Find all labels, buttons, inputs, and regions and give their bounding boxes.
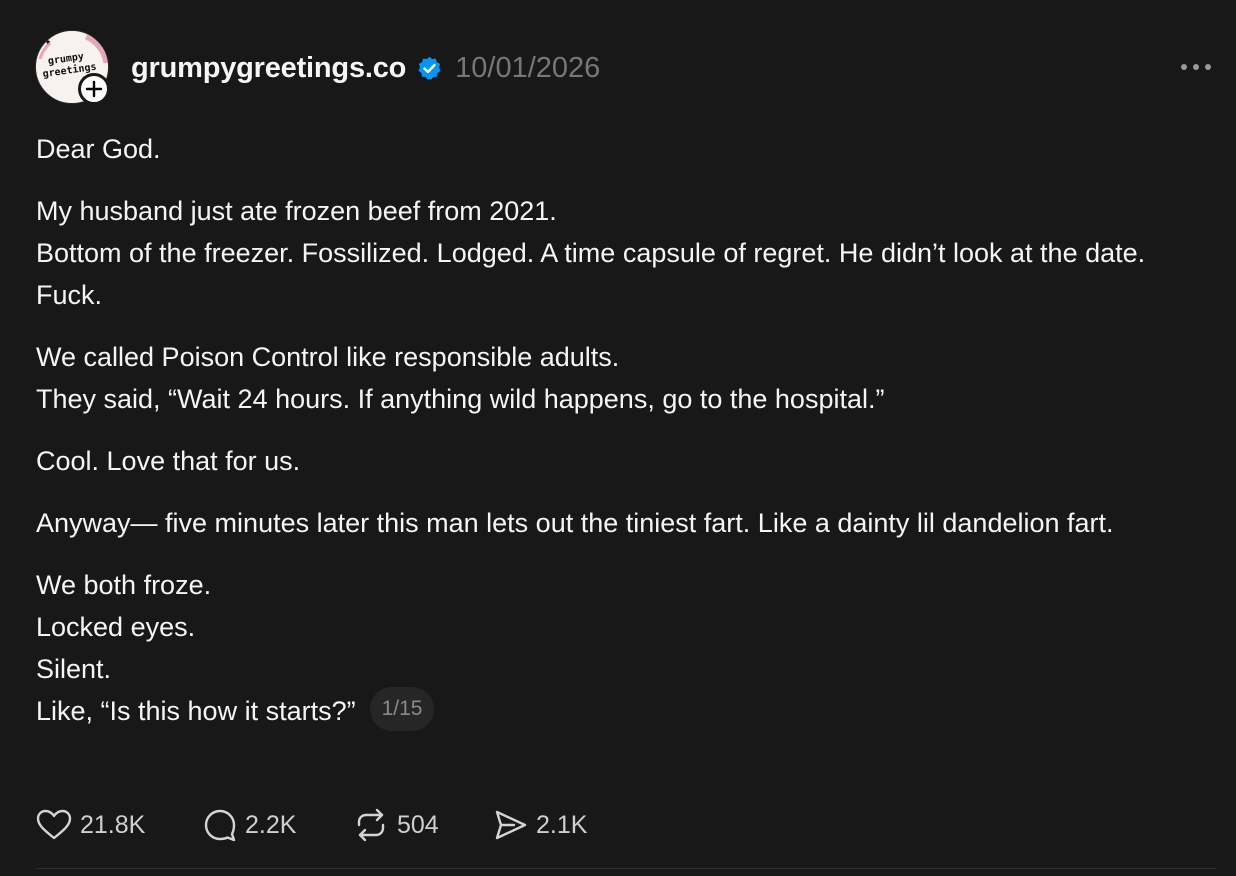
username[interactable]: grumpygreetings.co	[131, 52, 406, 85]
verified-badge-icon	[418, 56, 441, 80]
text-line: Anyway— five minutes later this man lets…	[36, 508, 1114, 538]
paragraph: Cool. Love that for us.	[36, 440, 1206, 482]
heart-icon	[36, 809, 72, 840]
like-button[interactable]: 21.8K	[36, 809, 203, 841]
paragraph: We both froze. Locked eyes. Silent. Like…	[36, 564, 1206, 735]
repost-count: 504	[397, 810, 439, 839]
reply-count: 2.2K	[245, 810, 297, 839]
text-line: They said, “Wait 24 hours. If anything w…	[36, 384, 885, 414]
action-bar: 21.8K 2.2K 504 2.1K	[36, 805, 587, 845]
paragraph: My husband just ate frozen beef from 202…	[36, 190, 1206, 316]
send-icon	[495, 810, 527, 840]
reply-button[interactable]: 2.2K	[203, 808, 353, 842]
thread-counter-badge[interactable]: 1/15	[369, 686, 435, 731]
plus-icon	[85, 80, 103, 98]
text-line: Bottom of the freezer. Fossilized. Lodge…	[36, 238, 1146, 310]
share-button[interactable]: 2.1K	[494, 808, 587, 842]
comment-icon	[204, 809, 236, 842]
svg-text:✦: ✦	[44, 38, 52, 48]
more-options-button[interactable]	[1176, 55, 1216, 79]
paragraph: We called Poison Control like responsibl…	[36, 336, 1206, 420]
like-count: 21.8K	[80, 810, 146, 839]
post-body: Dear God. My husband just ate frozen bee…	[36, 128, 1206, 755]
post-divider	[36, 868, 1216, 869]
more-dots-icon	[1205, 64, 1211, 70]
post-date: 10/01/2026	[455, 51, 601, 84]
text-line: Cool. Love that for us.	[36, 446, 301, 476]
follow-button[interactable]	[78, 73, 110, 105]
text-line: Silent.	[36, 654, 112, 684]
text-line: We called Poison Control like responsibl…	[36, 342, 620, 372]
text-line: My husband just ate frozen beef from 202…	[36, 196, 557, 226]
paragraph: Anyway— five minutes later this man lets…	[36, 502, 1206, 544]
repost-button[interactable]: 504	[353, 808, 494, 842]
text-line-with-counter: Like, “Is this how it starts?” 1/15	[36, 686, 1206, 735]
post-header: grumpygreetings.co 10/01/2026	[131, 48, 600, 88]
thread-post: ✦ grumpy greetings co grumpygreetings.co…	[0, 0, 1236, 876]
share-count: 2.1K	[536, 810, 588, 839]
text-line: Locked eyes.	[36, 612, 196, 642]
paragraph: Dear God.	[36, 128, 1206, 170]
more-dots-icon	[1181, 64, 1187, 70]
text-line: Like, “Is this how it starts?”	[36, 696, 356, 726]
more-dots-icon	[1193, 64, 1199, 70]
text-line: Dear God.	[36, 134, 161, 164]
repost-icon	[357, 808, 385, 842]
text-line: We both froze.	[36, 570, 212, 600]
